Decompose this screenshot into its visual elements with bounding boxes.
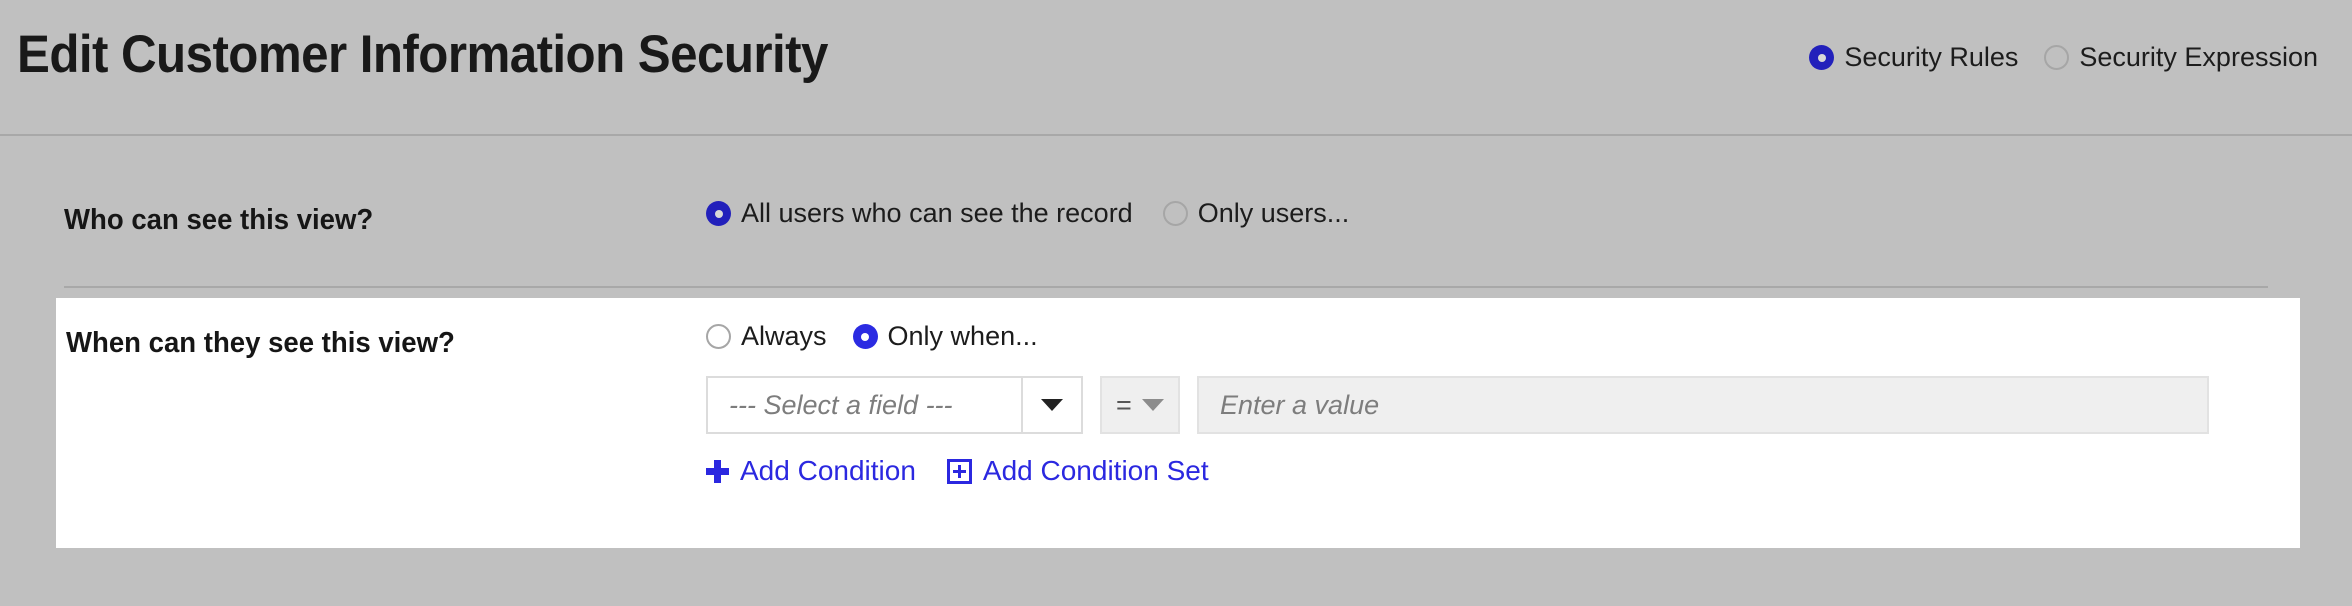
add-condition-set-button[interactable]: Add Condition Set <box>946 455 1209 487</box>
add-condition-label: Add Condition <box>740 455 916 486</box>
field-select-dropdown-button[interactable] <box>1021 378 1081 432</box>
page-title: Edit Customer Information Security <box>17 25 828 84</box>
who-can-see-radio-group: All users who can see the record Only us… <box>706 200 1349 227</box>
box-plus-icon <box>946 458 972 484</box>
chevron-down-icon <box>1141 399 1164 411</box>
condition-row: --- Select a field --- = Enter a value <box>706 376 2209 434</box>
mode-option-security-rules[interactable]: Security Rules <box>1809 44 2018 71</box>
when-option-always[interactable]: Always <box>706 323 827 350</box>
radio-only-when[interactable] <box>852 324 878 349</box>
mode-option-security-expression[interactable]: Security Expression <box>2044 44 2318 71</box>
mode-option-security-rules-label: Security Rules <box>1844 42 2019 72</box>
field-select[interactable]: --- Select a field --- <box>706 376 1083 434</box>
who-option-all-users-label: All users who can see the record <box>741 198 1133 228</box>
when-can-see-label: When can they see this view? <box>66 327 455 359</box>
mode-switch-group: Security Rules Security Expression <box>1809 44 2318 71</box>
security-editor-page: Edit Customer Information Security Secur… <box>0 0 2352 606</box>
who-can-see-label: Who can see this view? <box>64 204 374 236</box>
radio-always[interactable] <box>706 324 731 349</box>
radio-security-rules[interactable] <box>1809 45 1835 70</box>
radio-only-users[interactable] <box>1162 201 1188 226</box>
when-can-see-radio-group: Always Only when... <box>706 323 1038 350</box>
when-option-only-when[interactable]: Only when... <box>852 321 1038 351</box>
add-condition-button[interactable]: Add Condition <box>706 455 916 487</box>
when-option-always-label: Always <box>741 321 827 351</box>
when-option-only-when-label: Only when... <box>887 321 1038 351</box>
who-option-all-users[interactable]: All users who can see the record <box>706 200 1133 227</box>
section-divider <box>64 286 2268 288</box>
operator-select[interactable]: = <box>1100 376 1180 434</box>
who-option-only-users[interactable]: Only users... <box>1162 198 1350 228</box>
mode-option-security-expression-label: Security Expression <box>2079 42 2318 72</box>
field-select-value: --- Select a field --- <box>729 389 953 420</box>
radio-all-users-who-can-see-record[interactable] <box>706 201 731 226</box>
add-condition-set-label: Add Condition Set <box>982 455 1209 486</box>
chevron-down-icon <box>1041 399 1063 411</box>
condition-actions: Add Condition Add Condition Set <box>706 455 1209 487</box>
who-can-see-section: Who can see this view? All users who can… <box>0 190 2352 270</box>
condition-value-input[interactable]: Enter a value <box>1197 376 2209 434</box>
plus-icon <box>706 459 729 483</box>
radio-security-expression[interactable] <box>2044 45 2070 70</box>
who-option-only-users-label: Only users... <box>1197 198 1350 228</box>
page-header: Edit Customer Information Security Secur… <box>0 0 2352 136</box>
operator-select-value: = <box>1116 389 1132 420</box>
when-can-see-card: When can they see this view? Always Only… <box>56 298 2300 548</box>
